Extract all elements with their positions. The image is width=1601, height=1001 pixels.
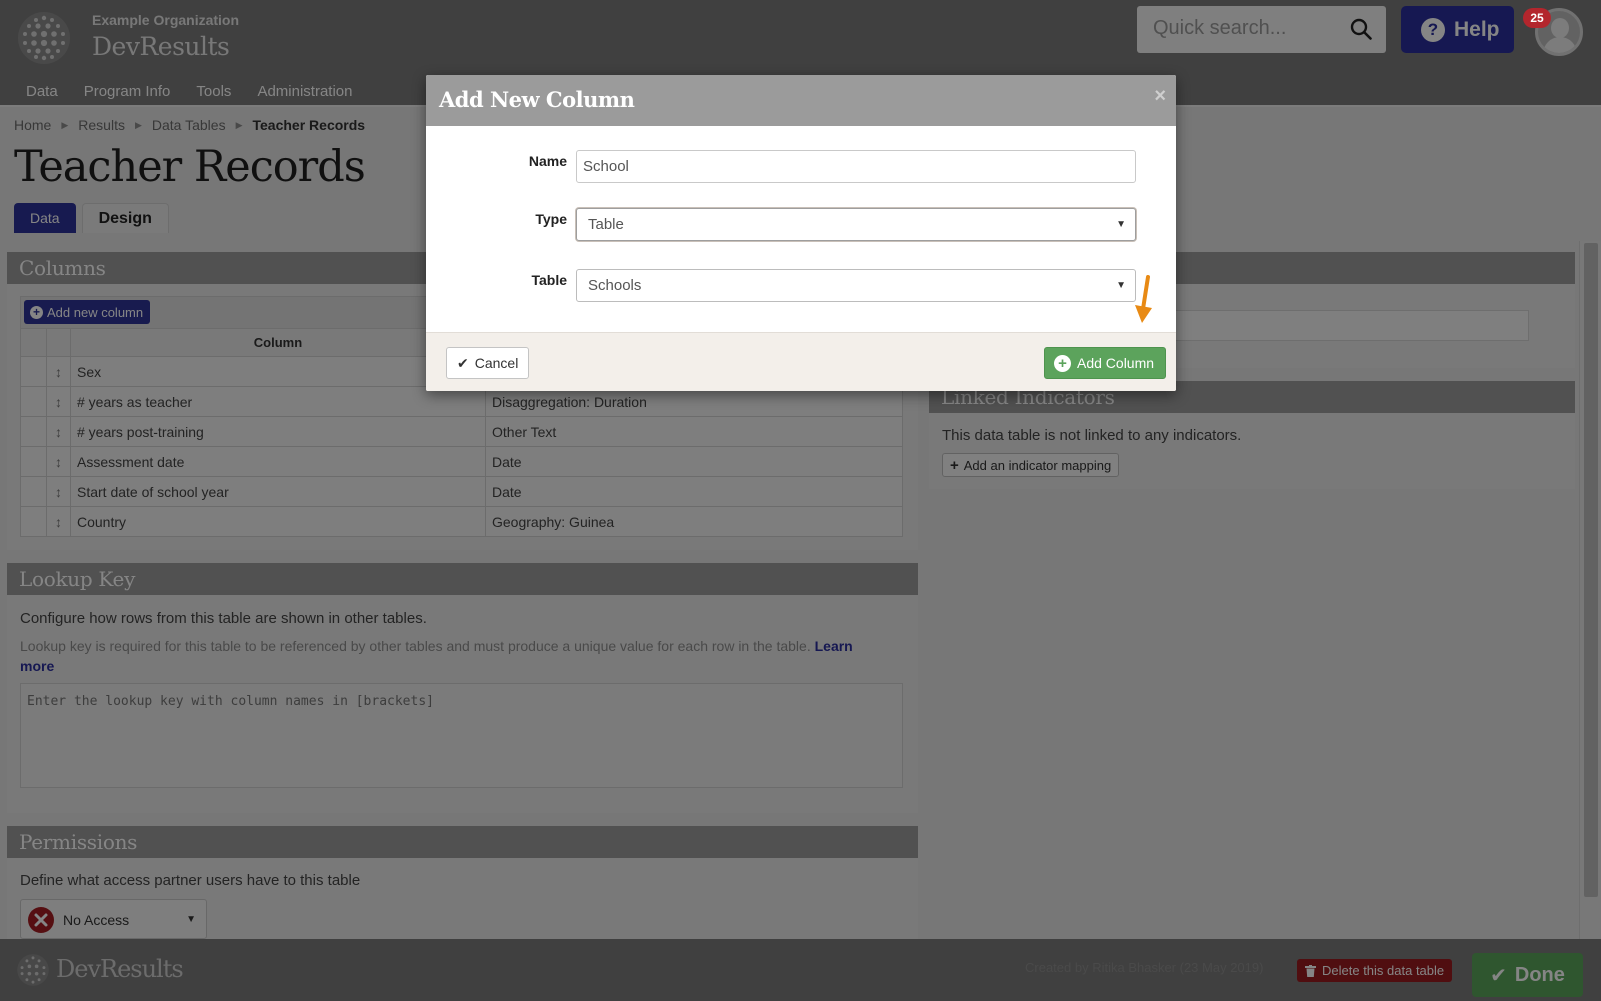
type-select[interactable]: Table ▼ <box>576 208 1136 241</box>
cancel-button[interactable]: ✔ Cancel <box>446 347 530 379</box>
table-select-value: Schools <box>588 277 642 294</box>
add-new-column-modal: Add New Column × Name School Type Table … <box>426 75 1176 391</box>
close-icon[interactable]: × <box>1154 85 1166 108</box>
type-select-value: Table <box>588 216 624 233</box>
check-icon: ✔ <box>457 354 469 371</box>
table-label: Table <box>531 272 567 288</box>
table-select[interactable]: Schools ▼ <box>576 269 1136 302</box>
modal-footer: ✔ Cancel + Add Column <box>426 332 1176 391</box>
modal-header: Add New Column × <box>426 75 1176 126</box>
add-column-label: Add Column <box>1077 355 1155 371</box>
cancel-label: Cancel <box>474 355 519 371</box>
name-field[interactable]: School <box>576 150 1136 183</box>
plus-circle-icon: + <box>1054 354 1071 372</box>
chevron-down-icon: ▼ <box>1116 280 1126 291</box>
modal-title: Add New Column <box>439 87 635 112</box>
name-label: Name <box>528 153 567 169</box>
chevron-down-icon: ▼ <box>1116 219 1126 230</box>
type-label: Type <box>535 211 567 227</box>
notification-badge[interactable]: 25 <box>1523 8 1551 28</box>
arrow-pointer-icon <box>1135 275 1152 323</box>
add-column-button[interactable]: + Add Column <box>1044 347 1167 379</box>
